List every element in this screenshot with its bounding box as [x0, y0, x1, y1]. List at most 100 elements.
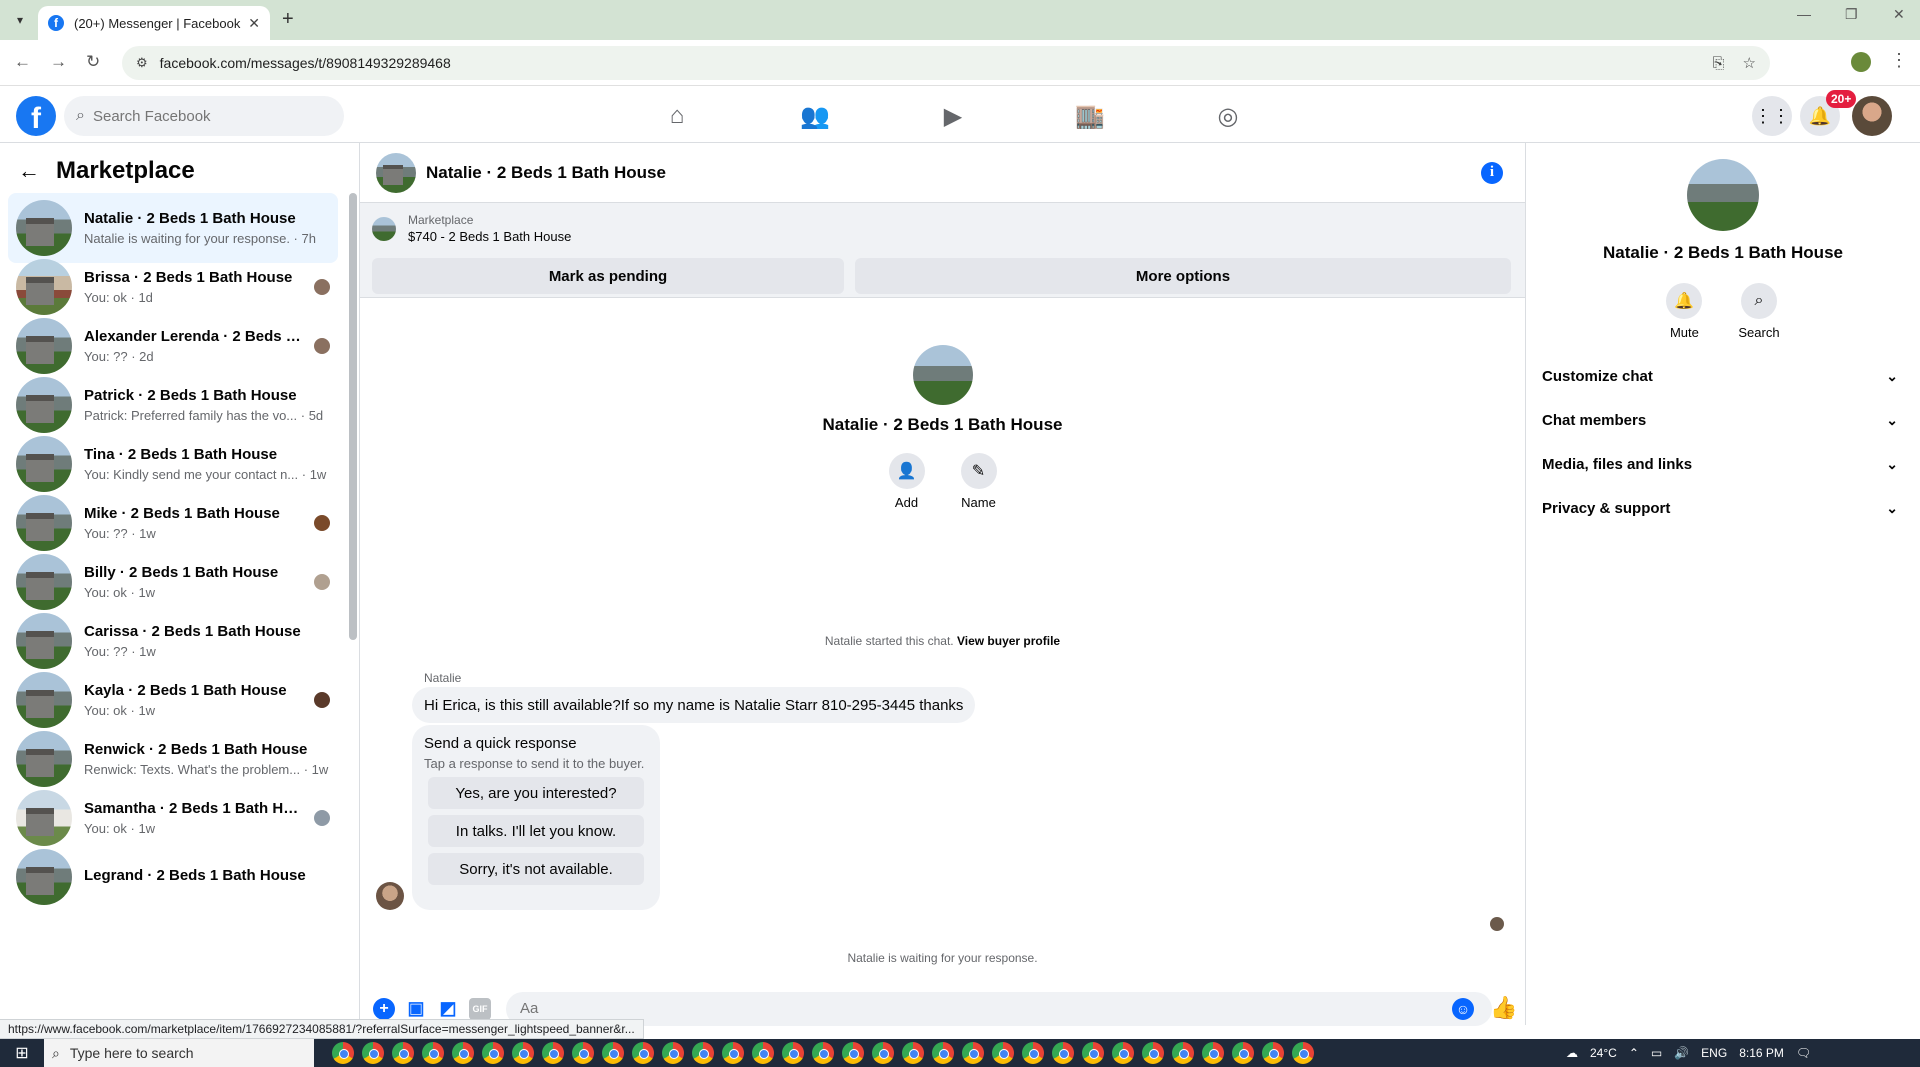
- message-input[interactable]: [506, 991, 1492, 1026]
- minimize-icon[interactable]: —: [1797, 6, 1811, 22]
- browser-profile-icon[interactable]: [1851, 52, 1871, 72]
- conversation-title[interactable]: Natalie · 2 Beds 1 Bath House: [426, 163, 1481, 183]
- chrome-app-icon[interactable]: [542, 1042, 564, 1064]
- new-tab-icon[interactable]: +: [282, 8, 294, 31]
- mute-button[interactable]: 🔔 Mute: [1666, 283, 1703, 340]
- menu-grid-icon[interactable]: ⋮⋮: [1752, 96, 1792, 136]
- chrome-app-icon[interactable]: [632, 1042, 654, 1064]
- chrome-app-icon[interactable]: [392, 1042, 414, 1064]
- taskbar-search[interactable]: ⌕ Type here to search: [44, 1039, 314, 1067]
- chrome-app-icon[interactable]: [722, 1042, 744, 1064]
- privacy-support-section[interactable]: Privacy & support ⌄: [1526, 486, 1920, 530]
- quick-response-button[interactable]: Sorry, it's not available.: [428, 853, 644, 885]
- network-icon[interactable]: ▭: [1651, 1046, 1662, 1060]
- clock[interactable]: 8:16 PM: [1739, 1046, 1784, 1060]
- media-files-links-section[interactable]: Media, files and links ⌄: [1526, 442, 1920, 486]
- chrome-app-icon[interactable]: [782, 1042, 804, 1064]
- back-arrow-icon[interactable]: ←: [14, 52, 31, 72]
- windows-start-icon[interactable]: ⊞: [0, 1039, 44, 1067]
- window-close-icon[interactable]: ✕: [1893, 6, 1905, 23]
- back-arrow-icon[interactable]: ←: [18, 158, 40, 184]
- tray-chevron-icon[interactable]: ⌃: [1629, 1046, 1639, 1060]
- listing-info[interactable]: Marketplace $740 - 2 Beds 1 Bath House: [372, 213, 571, 244]
- emoji-icon[interactable]: ☺: [1452, 998, 1474, 1020]
- marketplace-icon[interactable]: 🏬: [1070, 96, 1110, 136]
- chrome-app-icon[interactable]: [962, 1042, 984, 1064]
- site-info-icon[interactable]: ⚙: [136, 55, 148, 71]
- facebook-search[interactable]: ⌕: [64, 96, 344, 136]
- chrome-app-icon[interactable]: [452, 1042, 474, 1064]
- mark-as-pending-button[interactable]: Mark as pending: [372, 258, 844, 294]
- chrome-app-icon[interactable]: [992, 1042, 1014, 1064]
- photo-icon[interactable]: ▣: [405, 998, 427, 1020]
- chrome-app-icon[interactable]: [1232, 1042, 1254, 1064]
- temperature[interactable]: 24°C: [1590, 1046, 1617, 1060]
- weather-icon[interactable]: ☁: [1566, 1046, 1578, 1060]
- gif-icon[interactable]: GIF: [469, 997, 491, 1020]
- bookmark-star-icon[interactable]: ☆: [1743, 54, 1756, 72]
- chat-members-section[interactable]: Chat members ⌄: [1526, 398, 1920, 442]
- chrome-app-icon[interactable]: [422, 1042, 444, 1064]
- chrome-app-icon[interactable]: [602, 1042, 624, 1064]
- home-icon[interactable]: ⌂: [657, 96, 697, 136]
- tab-search-chevron-icon[interactable]: ▾: [8, 8, 32, 32]
- plus-icon[interactable]: +: [373, 997, 395, 1020]
- more-options-button[interactable]: More options: [855, 258, 1511, 294]
- facebook-logo[interactable]: f: [16, 96, 56, 136]
- chrome-app-icon[interactable]: [932, 1042, 954, 1064]
- browser-tab-active[interactable]: f (20+) Messenger | Facebook ✕: [38, 6, 270, 40]
- chrome-app-icon[interactable]: [1082, 1042, 1104, 1064]
- add-people-button[interactable]: 👤 Add: [888, 453, 925, 510]
- url-text[interactable]: facebook.com/messages/t/8908149329289468: [160, 55, 1695, 71]
- chrome-app-icon[interactable]: [572, 1042, 594, 1064]
- name-chat-button[interactable]: ✎ Name: [960, 453, 997, 510]
- chrome-app-icon[interactable]: [1262, 1042, 1284, 1064]
- friends-icon[interactable]: 👥: [795, 96, 835, 136]
- message-bubble[interactable]: Hi Erica, is this still available?If so …: [412, 687, 976, 723]
- customize-chat-section[interactable]: Customize chat ⌄: [1526, 354, 1920, 398]
- search-conversation-button[interactable]: ⌕ Search: [1738, 283, 1780, 340]
- profile-avatar[interactable]: [912, 345, 973, 405]
- chrome-app-icon[interactable]: [842, 1042, 864, 1064]
- chrome-app-icon[interactable]: [752, 1042, 774, 1064]
- quick-response-button[interactable]: In talks. I'll let you know.: [428, 815, 644, 847]
- language-indicator[interactable]: ENG: [1701, 1046, 1727, 1060]
- chrome-app-icon[interactable]: [1142, 1042, 1164, 1064]
- chrome-app-icon[interactable]: [812, 1042, 834, 1064]
- info-icon[interactable]: i: [1481, 161, 1503, 184]
- install-app-icon[interactable]: ⎘: [1713, 55, 1725, 72]
- account-avatar[interactable]: [1852, 96, 1892, 136]
- notification-center-icon[interactable]: 🗨: [1796, 1046, 1811, 1060]
- video-icon[interactable]: ▶: [933, 96, 973, 136]
- chrome-app-icon[interactable]: [1052, 1042, 1074, 1064]
- chrome-app-icon[interactable]: [1292, 1042, 1314, 1064]
- chrome-app-icon[interactable]: [902, 1042, 924, 1064]
- chrome-app-icon[interactable]: [482, 1042, 504, 1064]
- chrome-app-icon[interactable]: [362, 1042, 384, 1064]
- chrome-app-icon[interactable]: [872, 1042, 894, 1064]
- quick-response-button[interactable]: Yes, are you interested?: [428, 777, 644, 809]
- chrome-app-icon[interactable]: [692, 1042, 714, 1064]
- chrome-app-icon[interactable]: [332, 1042, 354, 1064]
- sticker-icon[interactable]: ◩: [437, 998, 459, 1020]
- url-bar[interactable]: ⚙ facebook.com/messages/t/89081493292894…: [122, 46, 1770, 80]
- view-buyer-profile-link[interactable]: View buyer profile: [957, 634, 1060, 648]
- restore-icon[interactable]: ❐: [1845, 6, 1858, 23]
- reload-icon[interactable]: ↻: [86, 52, 100, 72]
- chrome-app-icon[interactable]: [1202, 1042, 1224, 1064]
- chrome-app-icon[interactable]: [1022, 1042, 1044, 1064]
- chrome-app-icon[interactable]: [1172, 1042, 1194, 1064]
- volume-icon[interactable]: 🔊: [1674, 1046, 1689, 1060]
- facebook-search-input[interactable]: [92, 107, 313, 125]
- tab-close-icon[interactable]: ✕: [248, 15, 260, 32]
- sender-avatar[interactable]: [376, 882, 404, 910]
- chrome-app-icon[interactable]: [662, 1042, 684, 1064]
- chrome-app-icon[interactable]: [512, 1042, 534, 1064]
- groups-icon[interactable]: ◎: [1208, 96, 1248, 136]
- conversation-avatar[interactable]: [376, 152, 416, 193]
- chrome-menu-icon[interactable]: ⋮: [1890, 50, 1908, 71]
- chrome-app-icon[interactable]: [1112, 1042, 1134, 1064]
- info-avatar[interactable]: [1687, 159, 1759, 231]
- thumbs-up-icon[interactable]: 👍: [1490, 995, 1517, 1021]
- chat-list-item[interactable]: Legrand · 2 Beds 1 Bath House: [8, 842, 338, 912]
